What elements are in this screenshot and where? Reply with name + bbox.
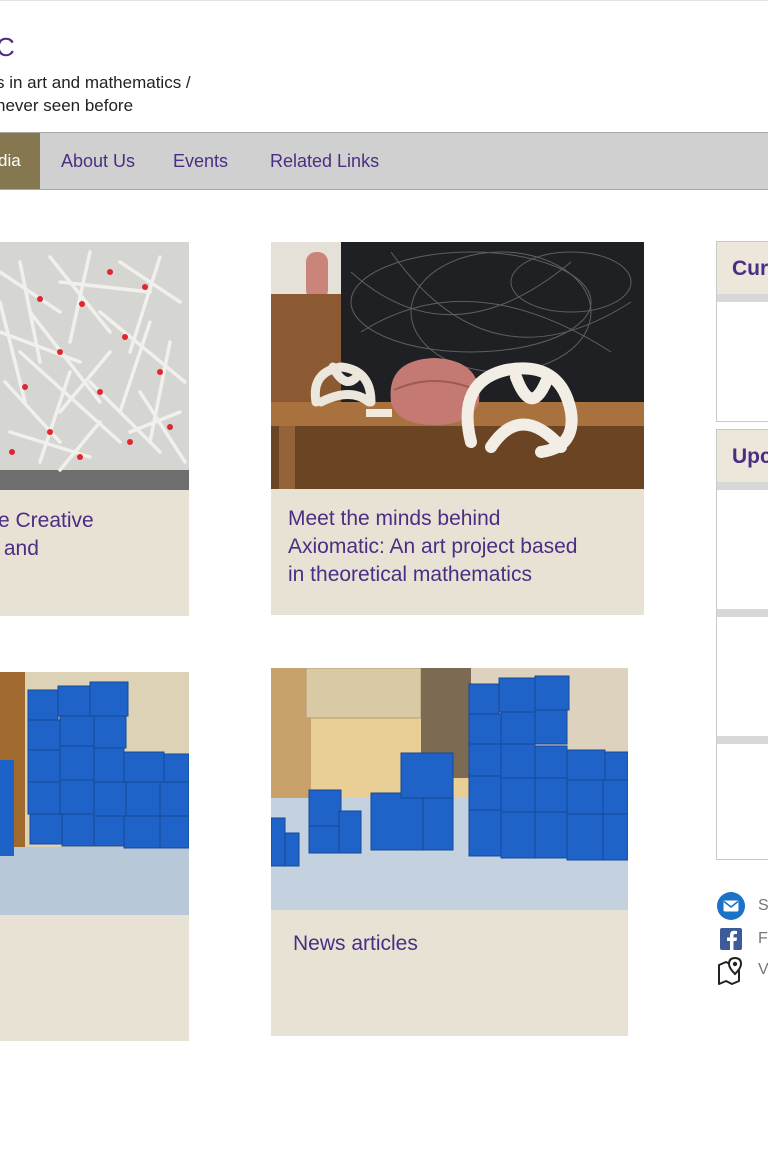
nav-item-label: dia bbox=[0, 151, 21, 170]
map-pin-icon bbox=[716, 955, 746, 985]
nav-item-about-us[interactable]: About Us bbox=[61, 133, 135, 189]
card-image-news[interactable] bbox=[271, 668, 628, 910]
feature-card[interactable] bbox=[0, 672, 189, 1041]
panel-divider bbox=[717, 609, 768, 617]
sidebar-panel-upcoming: Upc bbox=[716, 429, 768, 860]
axiomatic-sculpture-image bbox=[271, 242, 644, 489]
card-image-axiomatic[interactable] bbox=[271, 242, 644, 489]
card-title[interactable]: Meet the minds behind Axiomatic: An art … bbox=[288, 505, 577, 589]
panel-header: Cur bbox=[717, 242, 768, 302]
panel-header: Upc bbox=[717, 430, 768, 490]
card-image-stick-sculpture[interactable] bbox=[0, 242, 189, 490]
panel-title: Upc bbox=[732, 445, 768, 468]
card-image-blue-blocks[interactable] bbox=[0, 672, 189, 915]
main-nav: dia About Us Events Related Links bbox=[0, 132, 768, 190]
email-icon bbox=[716, 891, 746, 921]
panel-title: Cur bbox=[732, 257, 768, 280]
map-label: V bbox=[758, 961, 768, 978]
site-tagline: s in art and mathematics / never seen be… bbox=[0, 73, 191, 115]
nav-item-related-links[interactable]: Related Links bbox=[270, 133, 379, 189]
blue-blocks-image bbox=[0, 672, 189, 915]
facebook-label: F bbox=[758, 930, 768, 947]
panel-divider bbox=[717, 736, 768, 744]
blue-blocks-image bbox=[271, 668, 628, 910]
card-title[interactable]: e Creative and bbox=[0, 507, 94, 563]
facebook-icon bbox=[716, 924, 746, 954]
sidebar-panel-current: Cur bbox=[716, 241, 768, 422]
nav-item-events[interactable]: Events bbox=[173, 133, 228, 189]
nav-item-media[interactable]: dia bbox=[0, 133, 40, 189]
feature-card-axiomatic[interactable]: Meet the minds behind Axiomatic: An art … bbox=[271, 242, 644, 615]
top-border bbox=[0, 0, 768, 1]
stick-sculpture-image bbox=[0, 242, 189, 490]
email-label: S bbox=[758, 897, 768, 914]
card-title[interactable]: News articles bbox=[293, 930, 418, 958]
feature-card-news-articles[interactable]: News articles bbox=[271, 668, 628, 1036]
feature-card[interactable]: e Creative and bbox=[0, 242, 189, 616]
site-brand[interactable]: C bbox=[0, 32, 16, 63]
